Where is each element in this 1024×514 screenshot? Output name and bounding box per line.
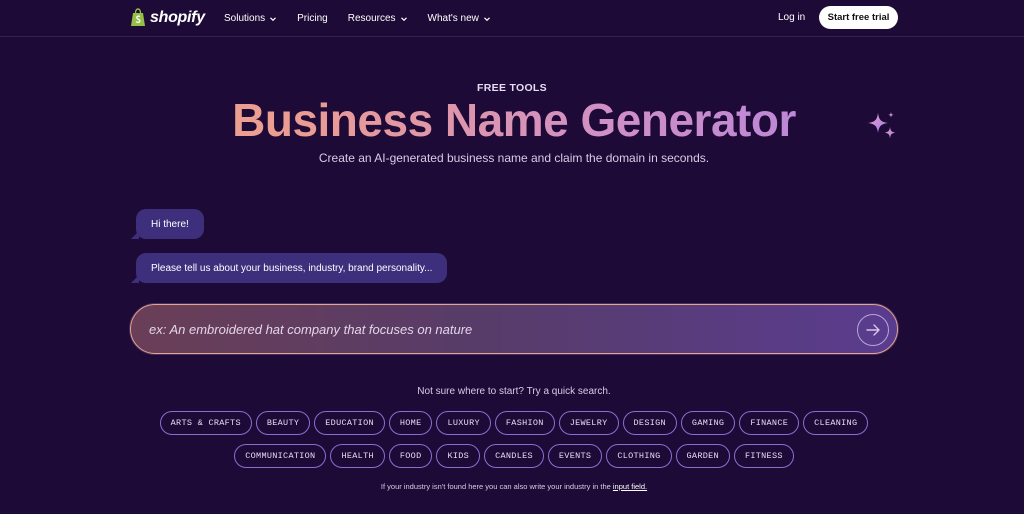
business-description-field [130, 304, 898, 354]
chat-bubble-greeting: Hi there! [131, 209, 204, 239]
chevron-down-icon [483, 16, 490, 21]
chip-gaming[interactable]: GAMING [680, 411, 736, 435]
nav-item-pricing[interactable]: Pricing [297, 13, 328, 24]
chip-design[interactable]: DESIGN [622, 411, 677, 435]
bubble-tail [131, 275, 139, 283]
login-link[interactable]: Log in [778, 12, 805, 23]
quick-search-row-2: COMMUNICATION HEALTH FOOD KIDS CANDLES E… [0, 444, 1024, 468]
chip-education[interactable]: EDUCATION [314, 411, 385, 435]
logo-wordmark: shopify [150, 8, 205, 26]
sparkle-icon [868, 112, 896, 139]
bubble-tail [131, 231, 139, 239]
chip-communication[interactable]: COMMUNICATION [234, 444, 327, 468]
arrow-right-icon [866, 324, 880, 336]
chip-arts-crafts[interactable]: ARTS & CRAFTS [159, 411, 252, 435]
chat-message-text: Please tell us about your business, indu… [151, 262, 433, 274]
chip-clothing[interactable]: CLOTHING [606, 444, 672, 468]
quick-search-hint: Not sure where to start? Try a quick sea… [417, 386, 611, 397]
nav-item-solutions[interactable]: Solutions [224, 13, 277, 24]
start-free-trial-button[interactable]: Start free trial [819, 6, 898, 29]
chip-finance[interactable]: FINANCE [739, 411, 800, 435]
chevron-down-icon [270, 16, 277, 21]
chip-food[interactable]: FOOD [388, 444, 433, 468]
nav-item-whats-new[interactable]: What's new [428, 13, 491, 24]
chip-kids[interactable]: KIDS [436, 444, 481, 468]
chip-fashion[interactable]: FASHION [494, 411, 555, 435]
input-field-link[interactable]: input field. [613, 482, 647, 491]
chip-luxury[interactable]: LUXURY [436, 411, 491, 435]
chip-candles[interactable]: CANDLES [484, 444, 544, 468]
page-subtitle: Create an AI-generated business name and… [318, 151, 710, 165]
nav-item-label: Pricing [297, 13, 328, 24]
chip-events[interactable]: EVENTS [547, 444, 603, 468]
chip-home[interactable]: HOME [388, 411, 433, 435]
chip-garden[interactable]: GARDEN [675, 444, 730, 468]
shopify-logo[interactable]: shopify [130, 8, 205, 27]
top-nav: shopify Solutions Pricing Resources What… [0, 0, 1024, 37]
nav-item-label: Resources [347, 13, 396, 24]
chat-bubble-prompt: Please tell us about your business, indu… [131, 253, 448, 283]
nav-links: Solutions Pricing Resources What's new [224, 0, 491, 37]
chip-beauty[interactable]: BEAUTY [255, 411, 311, 435]
footnote-text: If your industry isn't found here you ca… [380, 482, 611, 491]
chip-jewelry[interactable]: JEWELRY [558, 411, 619, 435]
nav-item-resources[interactable]: Resources [348, 13, 408, 24]
chip-cleaning[interactable]: CLEANING [803, 411, 869, 435]
nav-item-label: Solutions [224, 13, 266, 24]
chip-fitness[interactable]: FITNESS [733, 444, 794, 468]
business-description-input[interactable] [149, 315, 839, 343]
industry-footnote: If your industry isn't found here you ca… [0, 482, 1024, 491]
shopping-bag-icon [131, 8, 145, 26]
chevron-down-icon [400, 16, 407, 21]
submit-button[interactable] [857, 314, 889, 346]
nav-item-label: What's new [427, 13, 479, 24]
chat-message-text: Hi there! [151, 218, 189, 230]
page: shopify Solutions Pricing Resources What… [0, 0, 1024, 514]
chip-health[interactable]: HEALTH [330, 444, 385, 468]
quick-search-row-1: ARTS & CRAFTS BEAUTY EDUCATION HOME LUXU… [0, 411, 1024, 435]
